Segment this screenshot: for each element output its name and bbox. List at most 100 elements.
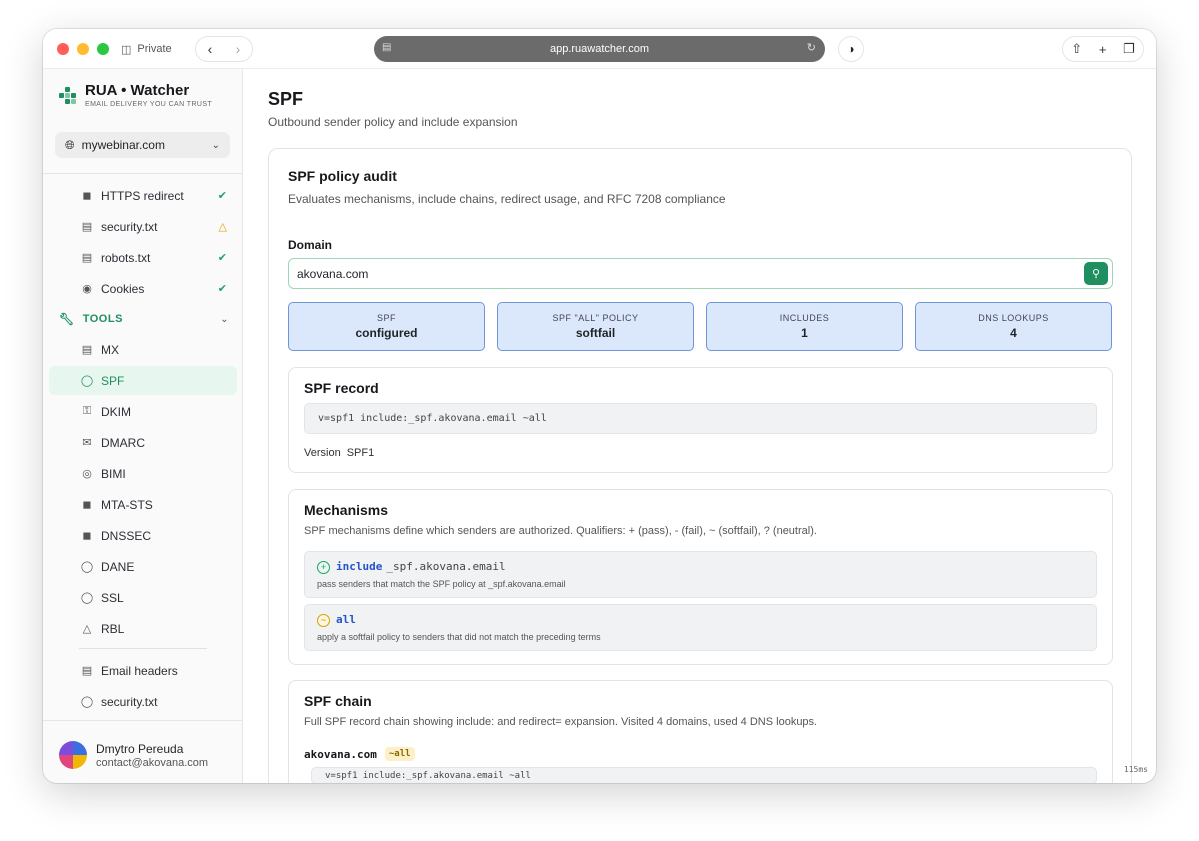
spf-record-value: v=spf1 include:_spf.akovana.email ~all bbox=[304, 403, 1097, 434]
mail-icon: ✉︎ bbox=[82, 437, 92, 449]
sidebar-item-label: Cookies bbox=[101, 281, 145, 296]
mechanism-keyword: include bbox=[336, 560, 383, 573]
user-menu[interactable]: Dmytro Pereuda contact@akovana.com bbox=[59, 741, 208, 769]
domain-label: Domain bbox=[288, 238, 333, 252]
browser-toolbar: ◫ Private ‹ › ▤ app.ruawatcher.com ↻ ◑ ⇧… bbox=[43, 29, 1156, 69]
version-row: Version SPF1 bbox=[304, 447, 374, 459]
sidebar-item-label: security.txt bbox=[101, 219, 158, 234]
sidebar-item-label: DNSSEC bbox=[101, 528, 152, 543]
fingerprint-icon: ◎ bbox=[82, 468, 92, 480]
address-bar[interactable]: ▤ app.ruawatcher.com ↻ bbox=[374, 36, 825, 62]
mechanism-line: include _spf.akovana.email bbox=[336, 560, 506, 573]
stat-dns-lookups: DNS LOOKUPS 4 bbox=[915, 302, 1112, 351]
sidebar-toggle-icon: ◫ bbox=[121, 43, 132, 56]
warning-icon: △ bbox=[82, 623, 92, 635]
page-subtitle: Outbound sender policy and include expan… bbox=[268, 115, 518, 129]
domain-input[interactable]: akovana.com ⚲ bbox=[288, 258, 1113, 289]
mechanism-keyword: all bbox=[336, 613, 356, 626]
privacy-shield-icon[interactable]: ◑ bbox=[838, 36, 864, 62]
brand[interactable]: RUA • Watcher EMAIL DELIVERY YOU CAN TRU… bbox=[59, 83, 212, 108]
sidebar-item-label: security.txt bbox=[101, 694, 158, 709]
chain-policy-badge: ~all bbox=[384, 747, 415, 761]
sidebar-item-dmarc[interactable]: ✉︎ DMARC bbox=[49, 428, 237, 457]
domain-input-value: akovana.com bbox=[297, 266, 369, 281]
sidebar-item-dkim[interactable]: ⚿ DKIM bbox=[49, 397, 237, 426]
sidebar-item-label: DKIM bbox=[101, 404, 131, 419]
sidebar-item-security-txt-tool[interactable]: ◯ security.txt bbox=[49, 687, 237, 716]
sidebar-item-robots-txt[interactable]: ▤ robots.txt ✔ bbox=[49, 243, 237, 272]
sidebar-item-dnssec[interactable]: ◼︎ DNSSEC bbox=[49, 521, 237, 550]
sidebar-item-dane[interactable]: ◯ DANE bbox=[49, 552, 237, 581]
tools-section-toggle[interactable]: 🔧︎ TOOLS ⌄ bbox=[59, 309, 229, 329]
sidebar-item-https-redirect[interactable]: ◼︎ HTTPS redirect ✔ bbox=[49, 181, 237, 210]
sidebar-divider bbox=[43, 720, 242, 721]
run-check-button[interactable]: ⚲ bbox=[1084, 262, 1108, 285]
shield-icon: ◯ bbox=[80, 561, 94, 573]
sidebar-item-mx[interactable]: ▤ MX bbox=[49, 335, 237, 364]
check-circle-icon: ✔ bbox=[217, 190, 227, 202]
sidebar-item-email-headers[interactable]: ▤ Email headers bbox=[49, 656, 237, 685]
nav-divider bbox=[79, 648, 207, 649]
sidebar-item-bimi[interactable]: ◎ BIMI bbox=[49, 459, 237, 488]
tab-overview-button[interactable]: ◫ Private bbox=[121, 39, 172, 59]
sidebar-item-label: robots.txt bbox=[101, 250, 151, 265]
chain-subtitle: Full SPF record chain showing include: a… bbox=[304, 716, 818, 728]
search-document-icon: ⚲ bbox=[1091, 268, 1101, 280]
shield-icon: ◯ bbox=[80, 375, 94, 387]
sidebar-item-label: HTTPS redirect bbox=[101, 188, 184, 203]
sidebar-item-ssl[interactable]: ◯ SSL bbox=[49, 583, 237, 612]
page-title: SPF bbox=[268, 89, 304, 109]
spf-record-card: SPF record v=spf1 include:_spf.akovana.e… bbox=[288, 367, 1113, 473]
forward-icon[interactable]: › bbox=[236, 41, 241, 57]
domain-select[interactable]: 🌐︎ mywebinar.com ⌄ bbox=[55, 132, 230, 158]
sidebar-item-security-txt[interactable]: ▤ security.txt △ bbox=[49, 212, 237, 241]
chain-domain-row: akovana.com ~all bbox=[304, 747, 415, 761]
back-icon[interactable]: ‹ bbox=[208, 41, 213, 57]
sidebar-item-label: SSL bbox=[101, 590, 124, 605]
document-icon: ▤ bbox=[81, 252, 93, 264]
avatar bbox=[59, 741, 87, 769]
chain-title: SPF chain bbox=[304, 693, 372, 709]
history-nav: ‹ › bbox=[195, 36, 253, 62]
chevron-down-icon: ⌄ bbox=[220, 313, 229, 325]
version-label: Version bbox=[304, 447, 341, 459]
share-icon[interactable]: ⇧ bbox=[1071, 41, 1082, 57]
zoom-window-button[interactable] bbox=[97, 43, 109, 55]
sidebar: RUA • Watcher EMAIL DELIVERY YOU CAN TRU… bbox=[43, 69, 243, 783]
stat-value: 1 bbox=[801, 326, 808, 340]
close-window-button[interactable] bbox=[57, 43, 69, 55]
sidebar-item-rbl[interactable]: △ RBL bbox=[49, 614, 237, 643]
sidebar-item-mta-sts[interactable]: ◼︎ MTA-STS bbox=[49, 490, 237, 519]
mechanism-item: ~ all apply a softfail policy to senders… bbox=[304, 604, 1097, 651]
audit-title: SPF policy audit bbox=[288, 168, 397, 184]
tabs-overview-icon[interactable]: ❐ bbox=[1123, 41, 1135, 57]
shield-check-icon: ◯ bbox=[80, 592, 94, 604]
mechanisms-title: Mechanisms bbox=[304, 502, 389, 518]
latency-indicator: 115ms bbox=[1123, 765, 1148, 774]
mechanism-value: _spf.akovana.email bbox=[386, 560, 506, 573]
sidebar-item-label: DMARC bbox=[101, 435, 145, 450]
stat-value: 4 bbox=[1010, 326, 1017, 340]
check-circle-icon: ✔ bbox=[217, 283, 227, 295]
qualifier-softfail-badge: ~ bbox=[317, 614, 330, 627]
new-tab-icon[interactable]: + bbox=[1099, 42, 1107, 57]
brand-logo-icon bbox=[59, 86, 77, 105]
chevron-down-icon: ⌄ bbox=[211, 139, 220, 151]
sidebar-item-spf[interactable]: ◯ SPF bbox=[49, 366, 237, 395]
sidebar-item-cookies[interactable]: ◉ Cookies ✔ bbox=[49, 274, 237, 303]
window-controls bbox=[57, 43, 109, 55]
brand-name: RUA • Watcher bbox=[85, 82, 190, 99]
tools-section-label: TOOLS bbox=[82, 313, 123, 325]
shield-icon: ◯ bbox=[80, 696, 94, 708]
mechanism-item: + include _spf.akovana.email pass senders… bbox=[304, 551, 1097, 598]
reload-icon[interactable]: ↻ bbox=[807, 41, 816, 54]
chain-record-value: v=spf1 include:_spf.akovana.email ~all bbox=[311, 767, 1097, 783]
private-label: Private bbox=[137, 43, 172, 55]
domain-select-value: mywebinar.com bbox=[81, 138, 165, 152]
globe-icon: 🌐︎ bbox=[65, 137, 75, 152]
check-circle-icon: ✔ bbox=[217, 252, 227, 264]
page-menu-icon[interactable]: ▤ bbox=[382, 42, 391, 53]
sidebar-item-label: MTA-STS bbox=[101, 497, 153, 512]
minimize-window-button[interactable] bbox=[77, 43, 89, 55]
qualifier-pass-badge: + bbox=[317, 561, 330, 574]
